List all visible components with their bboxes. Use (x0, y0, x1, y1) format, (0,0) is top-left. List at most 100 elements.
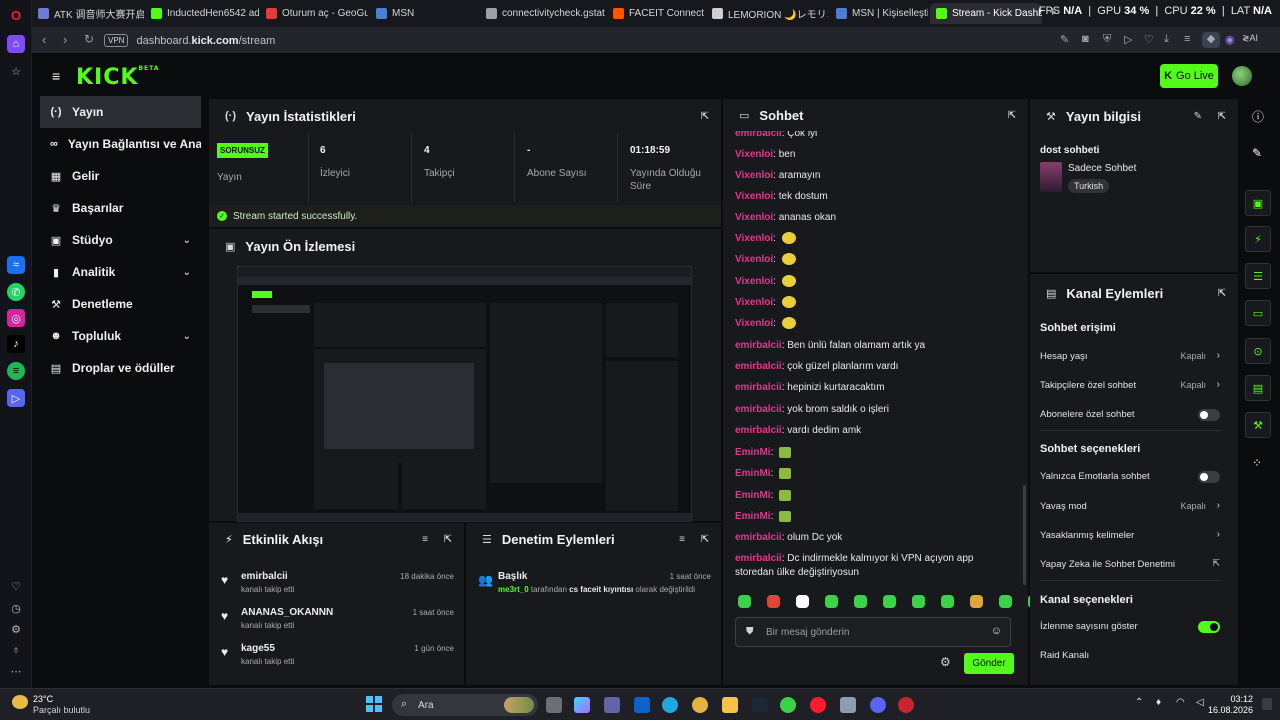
heart-outline-icon[interactable]: ♡ (1144, 33, 1154, 46)
edit-icon[interactable]: ✎ (1060, 33, 1069, 46)
popout-icon[interactable]: ⇱ (1218, 111, 1226, 122)
list-item[interactable]: ♥ emirbalcii kanalı takip etti 18 dakika ön… (209, 567, 464, 603)
emote-icon[interactable] (781, 296, 796, 309)
opera-taskbar-icon[interactable] (810, 697, 826, 713)
emote-icon[interactable] (781, 253, 796, 266)
nav-item[interactable]: ▤ Droplar ve ödüller (40, 352, 201, 384)
taskbar-search[interactable]: ⌕ Ara (392, 694, 538, 716)
instagram-icon[interactable]: ◎ (7, 309, 25, 327)
browser-tab[interactable]: FACEIT Connect (607, 3, 705, 24)
clock-time[interactable]: 03:12 (1213, 694, 1253, 704)
player-icon[interactable]: ▷ (7, 389, 25, 407)
chat-widget-icon[interactable]: ▭ (1245, 300, 1271, 326)
browser-tab[interactable]: LEMORION 🌙レモリオン (@ (706, 3, 828, 24)
wrench-widget-icon[interactable]: ⚒ (1245, 412, 1271, 438)
tray-chevron-icon[interactable]: ⌃ (1135, 697, 1143, 708)
history-icon[interactable]: ◷ (7, 599, 25, 617)
ai-button[interactable]: ≷AI (1242, 33, 1258, 44)
lightning-widget-icon[interactable]: ⚡ (1245, 226, 1271, 252)
nav-item[interactable]: ∞ Yayın Bağlantısı ve Anahtarı (40, 128, 201, 160)
copilot-icon[interactable] (574, 697, 590, 713)
chat-username[interactable]: EminMi (735, 468, 771, 479)
menu-icon[interactable]: ≡ (1184, 33, 1190, 45)
nav-item[interactable]: ☻ Topluluk ⌄ (40, 320, 201, 352)
emote-icon[interactable] (779, 467, 792, 479)
info-icon[interactable]: ⓘ (1252, 108, 1264, 125)
teams-icon[interactable] (604, 697, 620, 713)
popout-icon[interactable]: ⇱ (701, 111, 709, 122)
emoji-icon[interactable]: ☺ (991, 625, 1002, 637)
emote-icon[interactable] (941, 595, 954, 608)
chat-input[interactable]: ⛊ Bir mesaj gönderin ☺ (735, 617, 1011, 647)
dots-icon[interactable]: ⁘ (1252, 456, 1262, 470)
chat-username[interactable]: Vixenloi (735, 170, 773, 181)
channel-option-row[interactable]: Takipçilere özel sohbet Kapalı › (1040, 379, 1222, 394)
emote-icon[interactable] (854, 595, 867, 608)
notification-icon[interactable] (1262, 698, 1272, 710)
channel-option-row[interactable]: Abonelere özel sohbet (1040, 409, 1222, 423)
folder-icon[interactable] (722, 697, 738, 713)
go-live-button[interactable]: K Go Live (1160, 64, 1218, 88)
spotify-taskbar-icon[interactable] (780, 697, 796, 713)
broadcast-widget-icon[interactable]: ⊙ (1245, 338, 1271, 364)
popout-icon[interactable]: ⇱ (1008, 110, 1016, 121)
chat-username[interactable]: Vixenloi (735, 318, 773, 329)
emote-icon[interactable] (779, 510, 792, 522)
popout-icon[interactable]: ⇱ (701, 534, 709, 545)
opera-logo-icon[interactable]: O (7, 6, 25, 24)
settings-icon[interactable]: ⚙ (7, 620, 25, 638)
download-icon[interactable]: ⤓ (1164, 33, 1169, 46)
emote-icon[interactable] (781, 317, 796, 330)
mic-icon[interactable]: ♦ (1156, 697, 1161, 708)
chat-username[interactable]: Vixenloi (735, 276, 773, 287)
nav-item[interactable]: ⚒ Denetleme (40, 288, 201, 320)
browser-tab[interactable]: InductedHen6542 adlı kişi (145, 3, 259, 24)
chat-username[interactable]: Vixenloi (735, 297, 773, 308)
filter-icon[interactable]: ≡ (422, 534, 428, 545)
heart-icon[interactable]: ♡ (7, 577, 25, 595)
chat-username[interactable]: Vixenloi (735, 233, 773, 244)
tiktok-icon[interactable]: ♪ (7, 335, 25, 353)
emote-icon[interactable] (970, 595, 983, 608)
list-item[interactable]: ♥ ANANAS_OKANNN kanalı takip etti 1 saat ön… (209, 603, 464, 639)
kick-logo[interactable]: KICKBETA (76, 65, 159, 90)
emote-icon[interactable] (779, 446, 792, 458)
chat-username[interactable]: emirbalcii (735, 425, 782, 436)
spotify-icon[interactable]: ≡ (7, 362, 25, 380)
camera-icon[interactable]: ◙ (1082, 33, 1089, 45)
chat-username[interactable]: EminMi (735, 511, 771, 522)
nav-item[interactable]: (·) Yayın (40, 96, 201, 128)
weather-icon[interactable] (12, 695, 28, 709)
discord-icon[interactable] (870, 697, 886, 713)
weather-temp[interactable]: 23°C (33, 694, 53, 704)
chat-username[interactable]: Vixenloi (735, 191, 773, 202)
chat-username[interactable]: emirbalcii (735, 553, 782, 564)
nav-item[interactable]: ▣ Stüdyo ⌄ (40, 224, 201, 256)
list-widget-icon[interactable]: ☰ (1245, 263, 1271, 289)
chrome-icon[interactable] (692, 697, 708, 713)
channel-option-row[interactable]: Hesap yaşı Kapalı › (1040, 350, 1222, 365)
activity-user[interactable]: emirbalcii (241, 571, 288, 582)
browser-tab[interactable]: connectivitycheck.gstatic.c (480, 3, 605, 24)
stack-widget-icon[interactable]: ▤ (1245, 375, 1271, 401)
more-icon[interactable]: ⋯ (7, 662, 25, 680)
pencil-icon[interactable]: ✎ (1252, 146, 1262, 160)
clock-date[interactable]: 16.08.2026 (1203, 705, 1253, 715)
emote-icon[interactable] (999, 595, 1012, 608)
channel-option-row[interactable]: Raid Kanalı (1040, 650, 1222, 664)
aria-icon[interactable]: ◉ (1225, 33, 1235, 46)
toggle-off[interactable] (1198, 471, 1220, 483)
task-view-icon[interactable] (546, 697, 562, 713)
nav-item[interactable]: ♛ Başarılar (40, 192, 201, 224)
chat-username[interactable]: Vixenloi (735, 254, 773, 265)
emote-icon[interactable] (738, 595, 751, 608)
emote-icon[interactable] (825, 595, 838, 608)
channel-option-row[interactable]: Yapay Zeka ile Sohbet Denetimi ⇱ (1040, 558, 1222, 573)
list-item[interactable]: ♥ kage55 kanalı takip etti 1 gün önce (209, 639, 464, 675)
edge-icon[interactable] (662, 697, 678, 713)
channel-option-row[interactable]: Yalnızca Emotlarla sohbet (1040, 471, 1222, 485)
browser-tab[interactable]: ATK 调音师大赛开启 ✨ · (32, 3, 144, 24)
chat-username[interactable]: Vixenloi (735, 212, 773, 223)
gear-icon[interactable]: ⚙ (940, 655, 951, 669)
extension-icon[interactable]: ◆ (1202, 32, 1220, 48)
